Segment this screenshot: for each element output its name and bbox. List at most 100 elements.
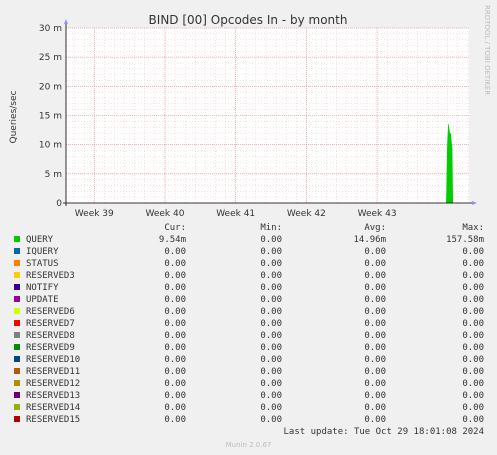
legend-max-value: 0.00: [462, 307, 484, 317]
legend-series-name: RESERVED6: [26, 307, 75, 317]
legend-series-name: RESERVED13: [26, 391, 81, 401]
header-cur: Cur:: [164, 223, 186, 233]
legend-cur-value: 0.00: [164, 379, 186, 389]
legend-swatch: [14, 260, 20, 266]
rrdtool-credit: RRDTOOL / TOBI OETIKER: [483, 5, 491, 95]
footer: Munin 2.0.67: [225, 441, 272, 449]
y-tick-label: 10 m: [39, 141, 62, 151]
legend-min-value: 0.00: [260, 295, 282, 305]
legend-max-value: 0.00: [462, 415, 484, 425]
chart-title: BIND [00] Opcodes In - by month: [149, 13, 348, 27]
legend-avg-value: 0.00: [364, 271, 386, 281]
legend-avg-value: 0.00: [364, 403, 386, 413]
legend-series-name: RESERVED9: [26, 343, 75, 353]
legend-swatch: [14, 344, 20, 350]
legend-swatch: [14, 368, 20, 374]
legend-max-value: 0.00: [462, 247, 484, 257]
legend-cur-value: 0.00: [164, 295, 186, 305]
legend-swatch: [14, 236, 20, 242]
legend-max-value: 0.00: [462, 403, 484, 413]
legend-series-name: RESERVED8: [26, 331, 75, 341]
legend-avg-value: 0.00: [364, 295, 386, 305]
legend-avg-value: 0.00: [364, 379, 386, 389]
legend-swatch: [14, 356, 20, 362]
y-tick-label: 30 m: [39, 24, 62, 34]
legend-series-name: RESERVED14: [26, 403, 81, 413]
legend-min-value: 0.00: [260, 247, 282, 257]
legend-min-value: 0.00: [260, 331, 282, 341]
legend-min-value: 0.00: [260, 319, 282, 329]
legend-min-value: 0.00: [260, 391, 282, 401]
legend-row-status: STATUS 0.00 0.00 0.00 0.00: [12, 258, 492, 270]
legend-avg-value: 0.00: [364, 247, 386, 257]
legend-series-name: IQUERY: [26, 247, 59, 257]
legend-cur-value: 0.00: [164, 343, 186, 353]
y-tick-label: 15 m: [39, 112, 62, 122]
legend-swatch: [14, 320, 20, 326]
legend-max-value: 0.00: [462, 319, 484, 329]
legend-min-value: 0.00: [260, 403, 282, 413]
legend-min-value: 0.00: [260, 367, 282, 377]
legend-min-value: 0.00: [260, 235, 282, 245]
legend-avg-value: 0.00: [364, 259, 386, 269]
legend-series-name: QUERY: [26, 235, 54, 245]
legend-row-reserved15: RESERVED15 0.00 0.00 0.00 0.00: [12, 414, 492, 426]
legend-avg-value: 0.00: [364, 331, 386, 341]
legend-row-reserved7: RESERVED7 0.00 0.00 0.00 0.00: [12, 318, 492, 330]
legend-rows: QUERY 9.54m 0.00 14.96m 157.58m IQUERY 0.00 0.0…: [12, 234, 492, 426]
legend-min-value: 0.00: [260, 259, 282, 269]
legend-avg-value: 14.96m: [353, 235, 386, 245]
legend-row-reserved3: RESERVED3 0.00 0.00 0.00 0.00: [12, 270, 492, 282]
legend-row-reserved8: RESERVED8 0.00 0.00 0.00 0.00: [12, 330, 492, 342]
legend-swatch: [14, 296, 20, 302]
legend-min-value: 0.00: [260, 415, 282, 425]
y-tick-label: 20 m: [39, 82, 62, 92]
legend-series-name: RESERVED3: [26, 271, 75, 281]
legend-avg-value: 0.00: [364, 391, 386, 401]
header-avg: Avg:: [364, 223, 386, 233]
header-min: Min:: [260, 223, 282, 233]
legend-min-value: 0.00: [260, 271, 282, 281]
legend-header: Cur: Min: Avg: Max:: [12, 222, 492, 234]
x-tick-label: Week 42: [287, 209, 326, 219]
legend-swatch: [14, 332, 20, 338]
legend-swatch: [14, 404, 20, 410]
legend-series-name: RESERVED15: [26, 415, 81, 425]
legend-series-name: RESERVED7: [26, 319, 75, 329]
legend-row-reserved13: RESERVED13 0.00 0.00 0.00 0.00: [12, 390, 492, 402]
x-tick-label: Week 41: [216, 209, 255, 219]
last-update: Last update: Tue Oct 29 18:01:08 2024: [283, 427, 484, 437]
legend-row-reserved9: RESERVED9 0.00 0.00 0.00 0.00: [12, 342, 492, 354]
legend-cur-value: 0.00: [164, 247, 186, 257]
legend-min-value: 0.00: [260, 355, 282, 365]
legend-max-value: 0.00: [462, 367, 484, 377]
legend-max-value: 0.00: [462, 295, 484, 305]
legend-avg-value: 0.00: [364, 319, 386, 329]
legend-cur-value: 0.00: [164, 355, 186, 365]
legend-avg-value: 0.00: [364, 367, 386, 377]
legend-cur-value: 0.00: [164, 283, 186, 293]
legend-cur-value: 9.54m: [158, 235, 186, 245]
legend-cur-value: 0.00: [164, 367, 186, 377]
legend-max-value: 157.58m: [446, 235, 484, 245]
legend-cur-value: 0.00: [164, 307, 186, 317]
legend-cur-value: 0.00: [164, 271, 186, 281]
legend-row-reserved6: RESERVED6 0.00 0.00 0.00 0.00: [12, 306, 492, 318]
legend-cur-value: 0.00: [164, 403, 186, 413]
y-axis-arrow: [64, 19, 68, 24]
legend-row-notify: NOTIFY 0.00 0.00 0.00 0.00: [12, 282, 492, 294]
x-tick-label: Week 40: [145, 209, 184, 219]
legend-swatch: [14, 416, 20, 422]
legend-series-name: STATUS: [26, 259, 59, 269]
legend-max-value: 0.00: [462, 259, 484, 269]
legend-series-name: RESERVED12: [26, 379, 81, 389]
legend-avg-value: 0.00: [364, 283, 386, 293]
legend-series-name: UPDATE: [26, 295, 59, 305]
y-tick-label: 0: [56, 199, 62, 209]
legend-max-value: 0.00: [462, 391, 484, 401]
legend-max-value: 0.00: [462, 355, 484, 365]
y-tick-label: 25 m: [39, 53, 62, 63]
legend-avg-value: 0.00: [364, 355, 386, 365]
legend-swatch: [14, 308, 20, 314]
legend-row-reserved14: RESERVED14 0.00 0.00 0.00 0.00: [12, 402, 492, 414]
